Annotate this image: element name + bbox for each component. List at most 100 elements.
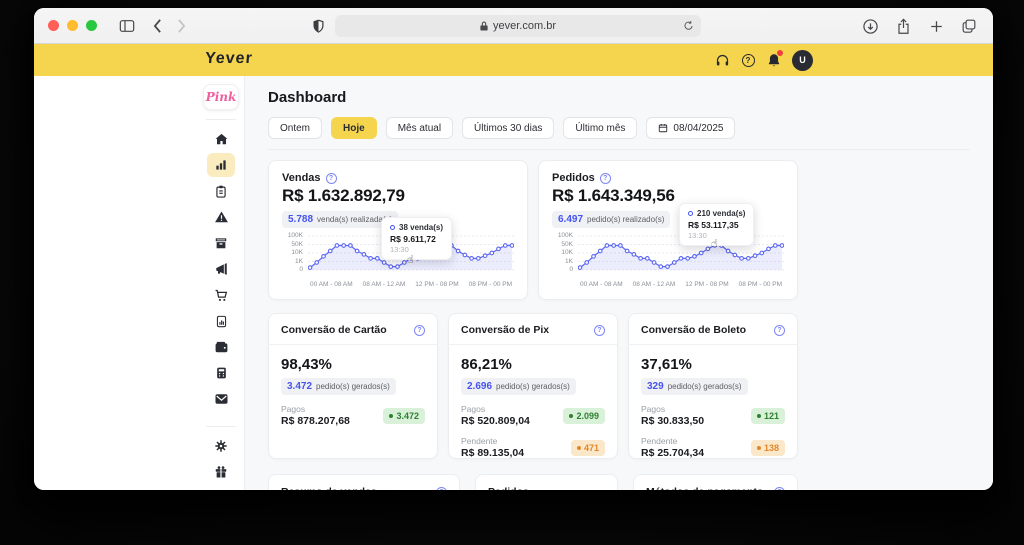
sidebar-item-billing[interactable]	[207, 361, 235, 385]
conversion-percent: 86,21%	[461, 356, 512, 373]
help-icon[interactable]: ?	[325, 172, 337, 184]
pedidos-card: Pedidos? R$ 1.643.349,56 6.497 pedido(s) …	[538, 160, 798, 300]
sidebar-item-rewards[interactable]	[207, 460, 235, 484]
sidebar-item-messages[interactable]	[207, 387, 235, 411]
dashboard-main: Dashboard Ontem Hoje Mês atual Últimos 3…	[245, 76, 993, 490]
hand-cursor: ☝	[711, 237, 718, 250]
vendas-card: Vendas? R$ 1.632.892,79 5.788 venda(s) re…	[268, 160, 528, 300]
yever-logo: Yever	[204, 50, 254, 67]
pendente-row: Pendente R$ 89.135,04 471	[461, 436, 605, 459]
pending-count-badge: 138	[750, 439, 785, 456]
minimize-window-button[interactable]	[67, 20, 78, 31]
sidebar-item-orders[interactable]	[207, 179, 235, 203]
document-chart-icon	[216, 315, 226, 327]
address-bar[interactable]: yever.com.br	[335, 15, 701, 37]
sidebar-item-risk[interactable]	[207, 205, 235, 229]
help-icon[interactable]: ?	[594, 324, 605, 336]
date-picker-button[interactable]: 08/04/2025	[646, 117, 736, 139]
forward-button[interactable]	[169, 14, 193, 38]
sidebar-item-analytics[interactable]	[207, 153, 235, 177]
partial-card-3: Métodos de pagamento?	[633, 474, 798, 490]
paid-count-badge: 3.472	[383, 407, 425, 424]
card-title: Conversão de Boleto	[641, 324, 747, 336]
sidebar-item-cart[interactable]	[207, 283, 235, 307]
bar-chart-icon	[216, 160, 226, 170]
pagos-row: Pagos R$ 520.809,04 2.099	[461, 404, 605, 427]
close-window-button[interactable]	[48, 20, 59, 31]
tab-overview-icon[interactable]	[957, 14, 981, 38]
sidebar-divider	[206, 119, 236, 120]
conversion-percent: 37,61%	[641, 356, 692, 373]
help-icon[interactable]: ?	[414, 324, 425, 336]
card-title: Pedidos abandonados	[488, 486, 594, 490]
window-controls	[48, 20, 97, 31]
conversao-cartao-card: Conversão de Cartão? 98,43% 3.472 pedido(…	[268, 313, 438, 459]
help-icon[interactable]: ?	[774, 486, 785, 490]
help-icon[interactable]: ?	[599, 172, 611, 184]
back-button[interactable]	[145, 14, 169, 38]
user-avatar[interactable]: U	[792, 49, 813, 71]
megaphone-icon	[215, 263, 227, 275]
sidebar-item-marketing[interactable]	[207, 257, 235, 281]
browser-toolbar: yever.com.br	[34, 8, 993, 44]
header-actions: ? U	[714, 44, 813, 76]
filter-ultimos-30-dias[interactable]: Últimos 30 dias	[462, 117, 555, 139]
notification-badge	[777, 50, 783, 56]
page-left-gutter	[34, 76, 198, 490]
pagos-row: Pagos R$ 30.833,50 121	[641, 404, 785, 427]
pedidos-title: Pedidos	[552, 172, 595, 184]
privacy-shield-icon[interactable]	[306, 14, 330, 38]
sidebar-toggle-icon[interactable]	[115, 14, 139, 38]
card-title: Conversão de Cartão	[281, 324, 387, 336]
url-text: yever.com.br	[493, 20, 556, 32]
home-icon	[215, 133, 227, 144]
paid-count-badge: 121	[750, 407, 785, 424]
alert-triangle-icon	[214, 211, 228, 223]
vendas-value: R$ 1.632.892,79	[282, 186, 405, 205]
sidebar-item-home[interactable]	[207, 127, 235, 151]
zoom-window-button[interactable]	[86, 20, 97, 31]
new-tab-icon[interactable]	[924, 14, 948, 38]
series-dot	[390, 225, 395, 230]
help-icon[interactable]: ?	[774, 324, 785, 336]
calculator-icon	[216, 367, 226, 379]
support-headphones-icon[interactable]	[714, 52, 730, 68]
gift-icon	[215, 466, 227, 478]
reload-icon[interactable]	[683, 19, 694, 35]
store-logo-pink[interactable]: Pink	[203, 84, 239, 110]
toolbar-right-actions	[858, 14, 981, 38]
mail-icon	[215, 394, 227, 404]
sidebar-item-wallet[interactable]	[207, 335, 235, 359]
sidebar-item-settings[interactable]	[207, 434, 235, 458]
filter-ontem[interactable]: Ontem	[268, 117, 323, 139]
vendas-title: Vendas	[282, 172, 321, 184]
gear-icon	[215, 440, 227, 452]
calendar-icon	[659, 124, 668, 133]
filter-ultimo-mes[interactable]: Último mês	[563, 117, 638, 139]
help-icon[interactable]: ?	[740, 52, 756, 68]
pending-count-badge: 471	[570, 439, 605, 456]
count-badge: 329 pedido(s) gerados(s)	[641, 378, 748, 395]
pendente-row: Pendente R$ 25.704,34 138	[641, 436, 785, 459]
conversion-percent: 98,43%	[281, 356, 332, 373]
chart-tooltip: 38 venda(s) R$ 9.611,72 13:30	[381, 217, 453, 260]
filter-mes-atual[interactable]: Mês atual	[385, 117, 454, 139]
share-icon[interactable]	[891, 14, 915, 38]
notifications-bell-icon[interactable]	[766, 50, 783, 68]
sidebar-item-reports[interactable]	[207, 309, 235, 333]
wallet-icon	[215, 341, 227, 352]
browser-window: yever.com.br Yever ? U Pink Dashboard On…	[34, 8, 993, 490]
pedidos-count-badge: 6.497 pedido(s) realizado(s)	[552, 211, 671, 228]
x-axis: 00 AM - 08 AM 08 AM - 12 AM 12 PM - 08 PM 0…	[580, 281, 782, 288]
x-axis: 00 AM - 08 AM 08 AM - 12 AM 12 PM - 08 PM 0…	[310, 281, 512, 288]
page-title: Dashboard	[268, 89, 347, 106]
paid-count-badge: 2.099	[563, 407, 605, 424]
app-sidebar: Pink	[198, 76, 245, 490]
help-icon[interactable]: ?	[436, 486, 447, 490]
filter-hoje[interactable]: Hoje	[331, 117, 377, 139]
sidebar-item-products[interactable]	[207, 231, 235, 255]
y-axis: 100K 50K 10K 1K 0	[557, 232, 573, 273]
card-title: Resumo de vendas	[281, 486, 377, 490]
downloads-icon[interactable]	[858, 14, 882, 38]
clipboard-icon	[216, 185, 226, 198]
